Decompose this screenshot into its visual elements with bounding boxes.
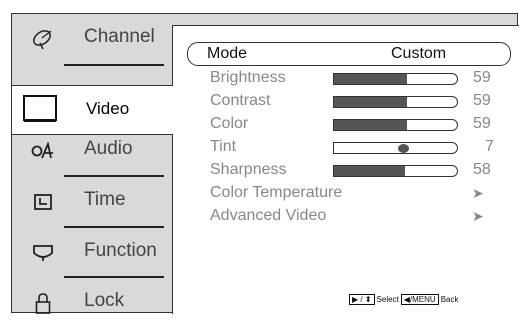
navigation-hint: ▶ / ⬍ Select ◀/MENU Back — [349, 294, 459, 305]
setting-label: Advanced Video — [210, 207, 327, 224]
setting-label: Contrast — [210, 92, 271, 109]
sidebar-item-label: Function — [84, 240, 157, 261]
arrow-right-icon: ➤ — [472, 185, 484, 201]
setting-label: Sharpness — [210, 161, 287, 178]
color-slider[interactable] — [333, 119, 458, 131]
mode-selector[interactable]: Mode Custom — [187, 42, 511, 66]
sidebar-item-label: Channel — [84, 26, 155, 47]
audio-icon — [30, 140, 56, 162]
divider — [64, 64, 164, 66]
sharpness-slider[interactable] — [333, 165, 458, 177]
slider-fill — [334, 74, 407, 84]
setting-label: Color — [210, 115, 249, 132]
sidebar-item-label: Time — [84, 189, 126, 210]
slider-fill — [334, 166, 406, 176]
setting-label: Tint — [210, 138, 237, 155]
mode-label: Mode — [207, 45, 248, 62]
satellite-dish-icon — [30, 28, 56, 50]
function-icon — [30, 242, 56, 264]
hint-back-text: Back — [440, 295, 459, 304]
mode-value: Custom — [391, 45, 447, 62]
setting-label: Brightness — [210, 69, 286, 86]
arrow-right-icon: ➤ — [472, 208, 484, 224]
tint-indicator — [398, 144, 410, 153]
padlock-icon — [30, 292, 56, 314]
sidebar: Channel Video Audio Time Function Lock — [12, 14, 173, 314]
tint-slider[interactable] — [333, 142, 458, 154]
slider-fill — [334, 120, 407, 130]
video-settings-panel: Mode Custom Brightness 59 Contrast 59 Co… — [172, 25, 519, 314]
back-key-icon: ◀/MENU — [400, 294, 439, 305]
setting-label: Color Temperature — [210, 184, 343, 201]
setting-value: 58 — [473, 161, 491, 178]
contrast-slider[interactable] — [333, 96, 458, 108]
monitor-icon — [22, 94, 58, 124]
sidebar-item-label: Audio — [84, 138, 133, 159]
setting-value: 59 — [473, 115, 491, 132]
nav-key-icon: ▶ / ⬍ — [349, 294, 375, 305]
sidebar-item-time[interactable]: Time — [12, 177, 172, 227]
sidebar-item-video[interactable]: Video — [12, 85, 173, 135]
setting-value: 7 — [485, 138, 494, 155]
setting-value: 59 — [473, 69, 491, 86]
tv-osd-screen: Channel Video Audio Time Function Lock M… — [11, 13, 519, 314]
sidebar-item-function[interactable]: Function — [12, 228, 172, 278]
slider-fill — [334, 97, 407, 107]
brightness-slider[interactable] — [333, 73, 458, 85]
sidebar-item-label: Lock — [84, 290, 125, 311]
setting-value: 59 — [473, 92, 491, 109]
sidebar-item-lock[interactable]: Lock — [12, 278, 172, 328]
sidebar-item-label: Video — [86, 99, 130, 118]
hint-select-text: Select — [376, 295, 399, 304]
sidebar-item-channel[interactable]: Channel — [12, 14, 172, 64]
clock-icon — [30, 191, 56, 213]
